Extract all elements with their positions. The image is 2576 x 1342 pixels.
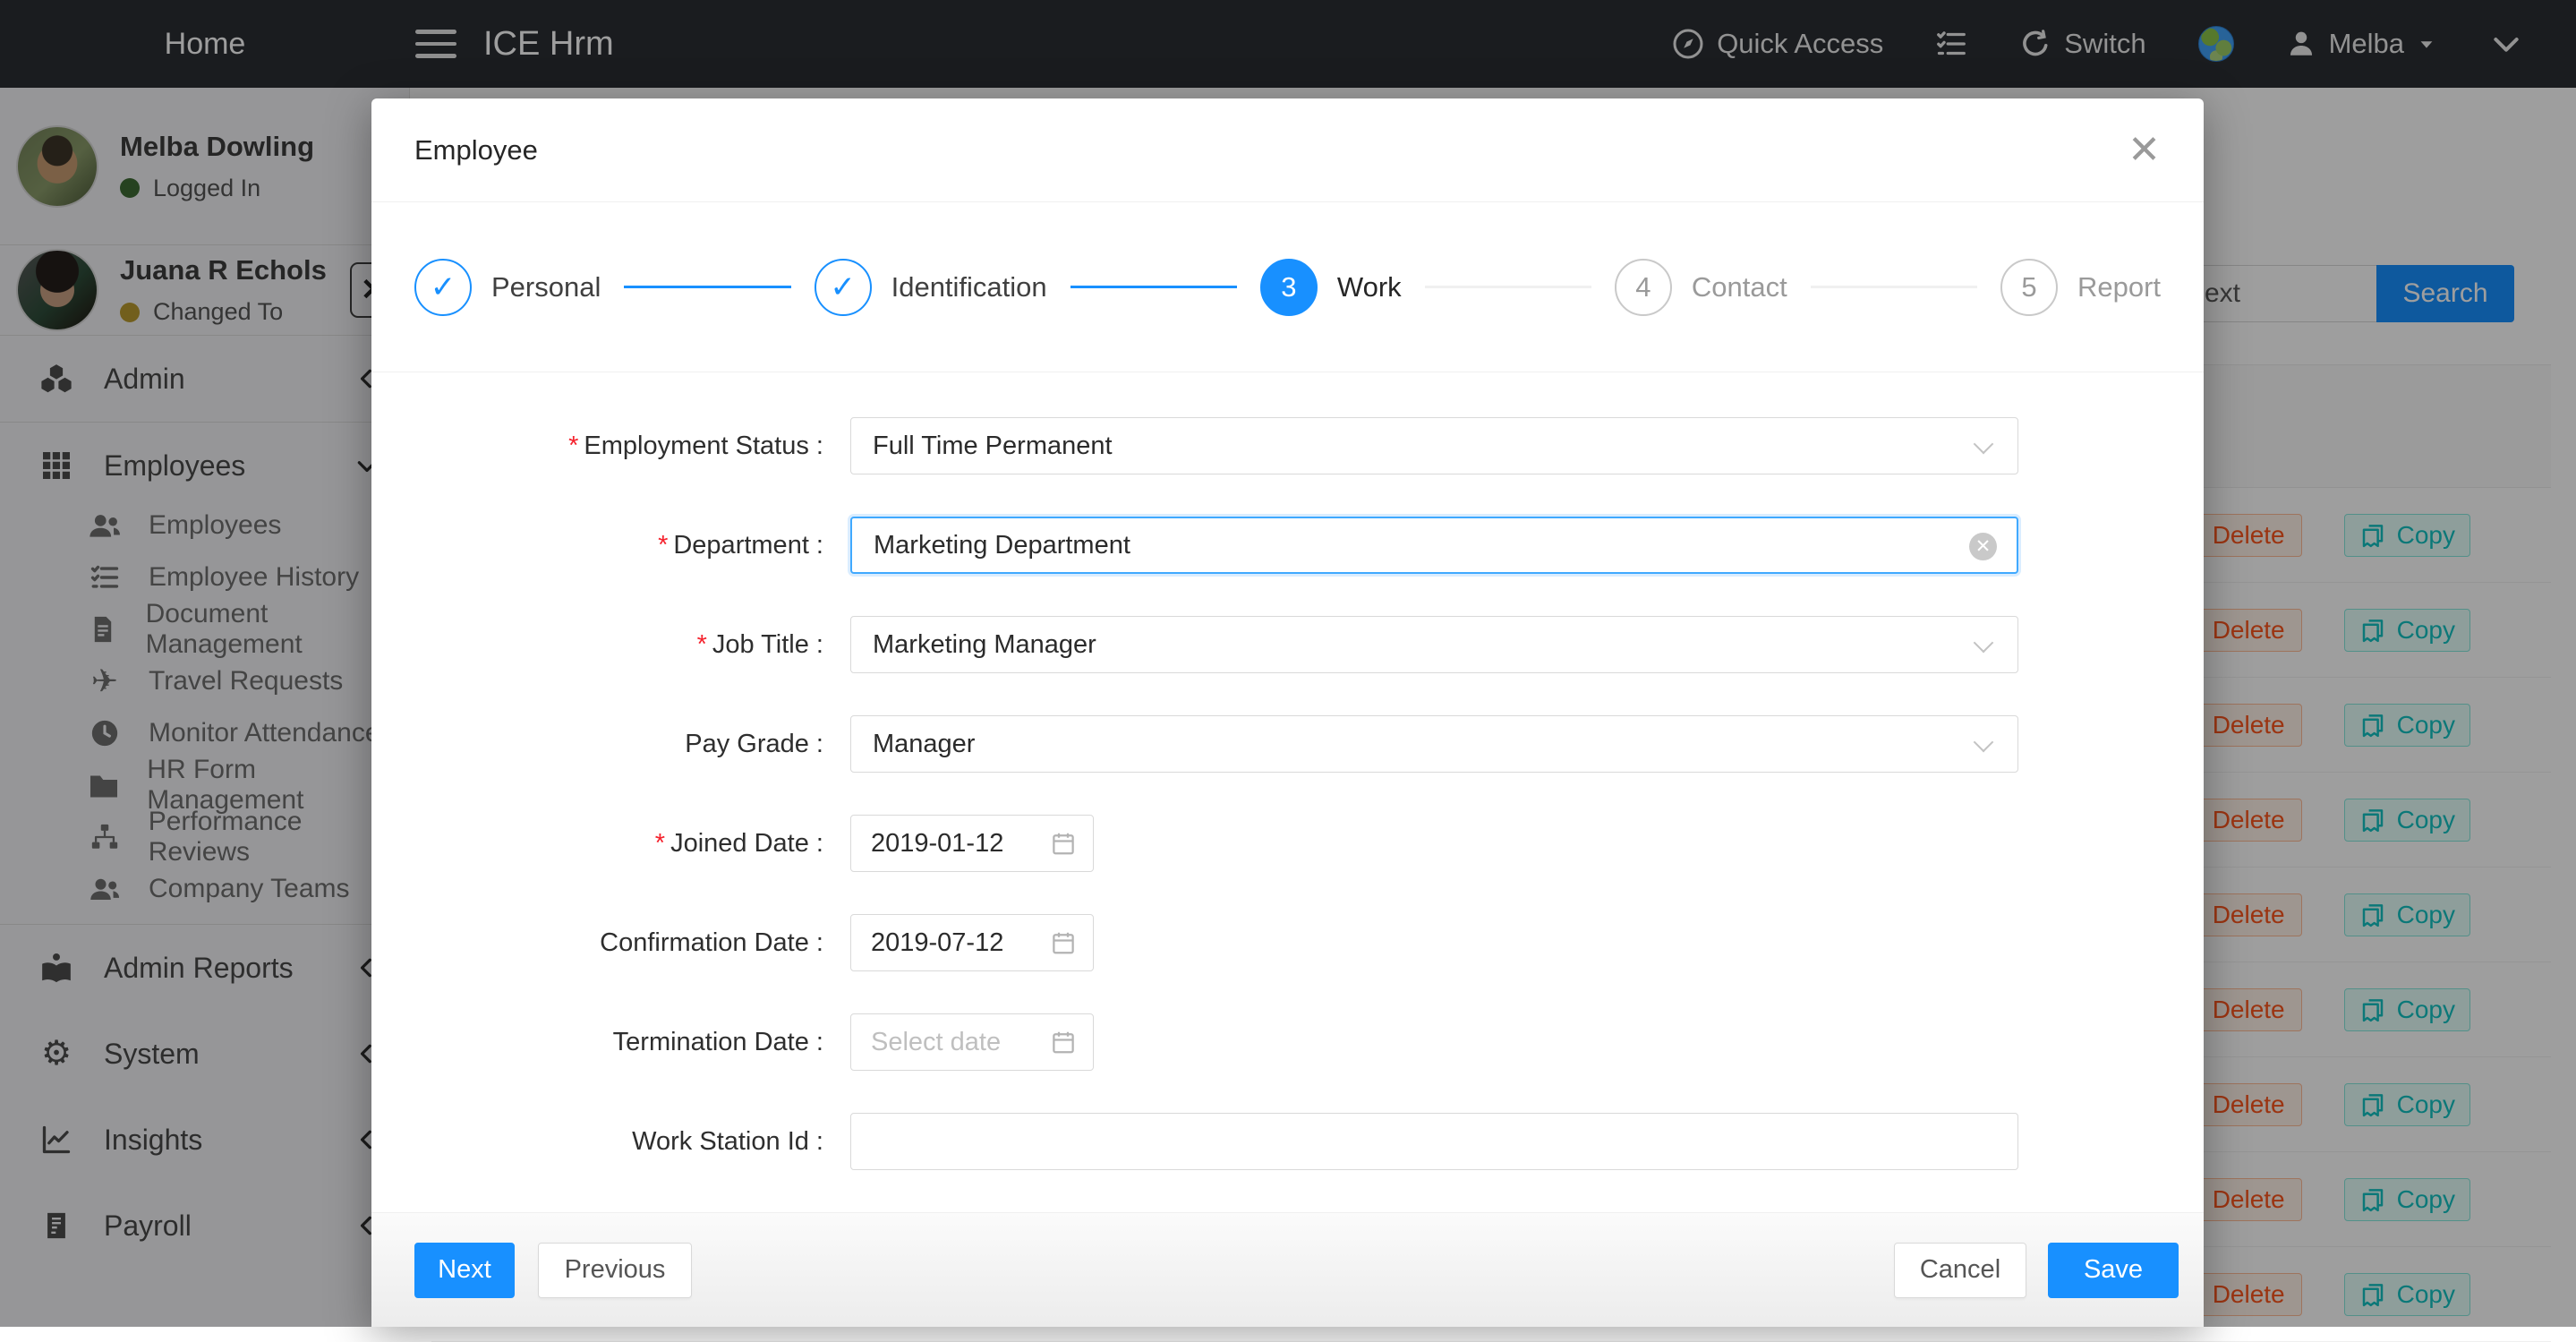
field-label-pay-grade: Pay Grade :: [371, 715, 837, 773]
step-circle: ✓: [414, 259, 472, 316]
step-label: Work: [1337, 271, 1402, 303]
step-report[interactable]: 5 Report: [2000, 259, 2161, 316]
step-circle: ✓: [815, 259, 872, 316]
step-work[interactable]: 3 Work: [1260, 259, 1402, 316]
modal-footer: Next Previous Cancel Save: [371, 1212, 2204, 1327]
step-connector: [1811, 286, 1977, 288]
step-connector: [1070, 286, 1237, 288]
step-personal[interactable]: ✓ Personal: [414, 259, 601, 316]
field-label-text: Job Title: [712, 630, 809, 659]
step-number: 3: [1281, 271, 1296, 303]
step-label: Personal: [491, 271, 601, 303]
joined-date-datepicker[interactable]: 2019-01-12: [850, 815, 1094, 872]
field-row-job-title: *Job Title : Marketing Manager: [371, 616, 2204, 715]
date-value: 2019-01-12: [871, 829, 1003, 859]
chevron-down-icon: [1974, 434, 1994, 455]
field-control-confirmation-date: 2019-07-12: [850, 914, 1094, 971]
field-control-work-station-id: [850, 1113, 2018, 1170]
step-connector: [1425, 286, 1591, 288]
field-control-termination-date: Select date: [850, 1013, 1094, 1071]
work-station-id-input[interactable]: [850, 1113, 2018, 1170]
field-control-employment-status: Full Time Permanent: [850, 417, 2018, 474]
field-label-confirmation-date: Confirmation Date :: [371, 914, 837, 971]
field-row-department: *Department : Marketing Department ✕: [371, 517, 2204, 616]
field-control-joined-date: 2019-01-12: [850, 815, 1094, 872]
step-number: 4: [1635, 271, 1651, 303]
step-contact[interactable]: 4 Contact: [1615, 259, 1787, 316]
date-value: Select date: [871, 1028, 1001, 1057]
field-row-confirmation-date: Confirmation Date : 2019-07-12: [371, 914, 2204, 1013]
field-label-text: Confirmation Date: [600, 928, 809, 957]
calendar-icon: [1050, 1029, 1077, 1056]
field-row-pay-grade: Pay Grade : Manager: [371, 715, 2204, 815]
field-label-text: Department: [673, 531, 809, 560]
previous-button[interactable]: Previous: [538, 1243, 692, 1298]
step-number: 5: [2021, 271, 2036, 303]
field-label-text: Termination Date: [613, 1028, 809, 1056]
field-row-joined-date: *Joined Date : 2019-01-12: [371, 815, 2204, 914]
cancel-button[interactable]: Cancel: [1894, 1243, 2026, 1298]
step-label: Report: [2077, 271, 2161, 303]
step-circle: 4: [1615, 259, 1672, 316]
calendar-icon: [1050, 830, 1077, 857]
selected-value: Marketing Department: [874, 531, 1130, 560]
modal-title: Employee: [414, 134, 538, 167]
field-label-text: Employment Status: [584, 432, 808, 460]
field-label-job-title: *Job Title :: [371, 616, 837, 673]
pay-grade-select[interactable]: Manager: [850, 715, 2018, 773]
close-icon: ✕: [2128, 128, 2161, 172]
department-select[interactable]: Marketing Department ✕: [850, 517, 2018, 574]
field-label-termination-date: Termination Date :: [371, 1013, 837, 1071]
modal-header: Employee ✕: [371, 98, 2204, 202]
step-label: Contact: [1692, 271, 1787, 303]
field-row-work-station-id: Work Station Id :: [371, 1113, 2204, 1212]
field-label-joined-date: *Joined Date :: [371, 815, 837, 872]
step-check-icon: ✓: [830, 269, 856, 305]
step-circle: 3: [1260, 259, 1318, 316]
field-control-department: Marketing Department ✕: [850, 517, 2018, 574]
calendar-icon: [1050, 929, 1077, 956]
employee-work-form: *Employment Status :Full Time Permanent*…: [371, 372, 2204, 1212]
field-label-text: Pay Grade: [685, 730, 809, 758]
selected-value: Marketing Manager: [873, 630, 1096, 660]
required-asterisk: *: [655, 829, 665, 858]
job-title-select[interactable]: Marketing Manager: [850, 616, 2018, 673]
date-value: 2019-07-12: [871, 928, 1003, 958]
next-button[interactable]: Next: [414, 1243, 515, 1298]
field-control-job-title: Marketing Manager: [850, 616, 2018, 673]
field-label-department: *Department :: [371, 517, 837, 574]
selected-value: Manager: [873, 730, 975, 759]
step-label: Identification: [891, 271, 1047, 303]
chevron-down-icon: [1974, 732, 1994, 753]
step-check-icon: ✓: [431, 269, 456, 305]
save-button[interactable]: Save: [2048, 1243, 2179, 1298]
field-label-text: Joined Date: [670, 829, 809, 858]
step-wizard: ✓ Personal ✓ Identification 3 Work 4 Contact 5 Re…: [371, 202, 2204, 372]
clear-icon[interactable]: ✕: [1969, 533, 1997, 560]
field-row-termination-date: Termination Date : Select date: [371, 1013, 2204, 1113]
chevron-down-icon: [1974, 633, 1994, 654]
required-asterisk: *: [697, 630, 707, 659]
field-label-work-station-id: Work Station Id :: [371, 1113, 837, 1170]
field-control-pay-grade: Manager: [850, 715, 2018, 773]
field-label-employment-status: *Employment Status :: [371, 417, 837, 474]
step-connector: [624, 286, 790, 288]
modal-close-button[interactable]: ✕: [2128, 131, 2161, 170]
confirmation-date-datepicker[interactable]: 2019-07-12: [850, 914, 1094, 971]
termination-date-datepicker[interactable]: Select date: [850, 1013, 1094, 1071]
step-identification[interactable]: ✓ Identification: [815, 259, 1047, 316]
employment-status-select[interactable]: Full Time Permanent: [850, 417, 2018, 474]
field-row-employment-status: *Employment Status : Full Time Permanent: [371, 417, 2204, 517]
selected-value: Full Time Permanent: [873, 432, 1113, 461]
employee-modal: Employee ✕ ✓ Personal ✓ Identification 3 Work…: [371, 98, 2204, 1327]
required-asterisk: *: [658, 531, 668, 560]
field-label-text: Work Station Id: [632, 1127, 809, 1156]
required-asterisk: *: [568, 432, 578, 460]
step-circle: 5: [2000, 259, 2058, 316]
